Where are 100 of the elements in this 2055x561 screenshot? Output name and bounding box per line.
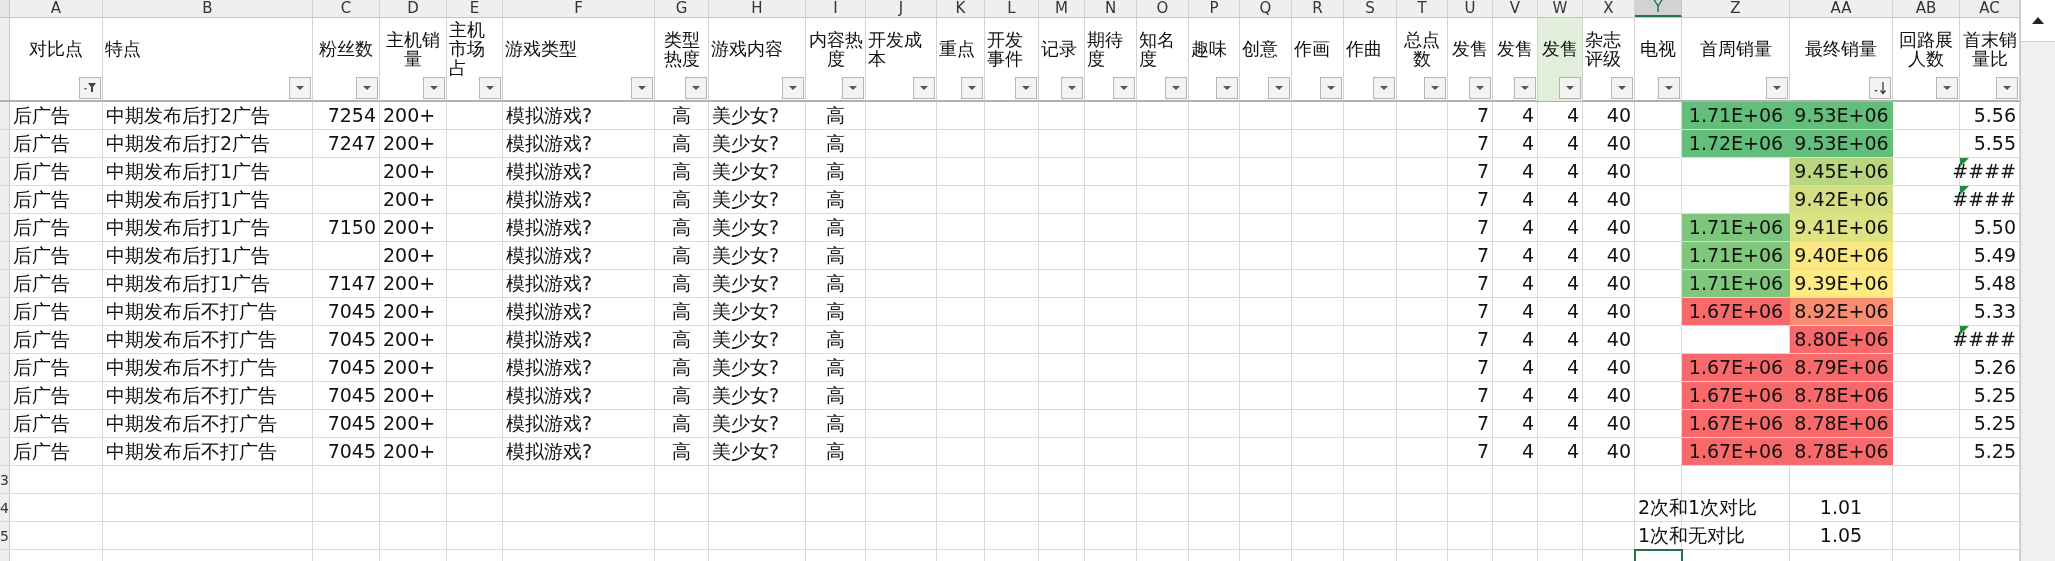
filter-dropdown-button[interactable] [782,77,804,99]
filter-dropdown-button[interactable] [1869,77,1891,99]
column-header[interactable]: U [1448,0,1493,17]
filter-dropdown-button[interactable] [1320,77,1342,99]
column-header[interactable]: Y [1635,0,1682,17]
filter-dropdown-button[interactable] [1996,77,2018,99]
cell-value: 模拟游戏? [506,190,593,209]
column-header[interactable]: W [1538,0,1583,17]
cell-value: 5.50 [1973,218,2016,237]
filter-dropdown-button[interactable] [842,77,864,99]
cell-value: 模拟游戏? [506,358,593,377]
column-header[interactable]: T [1397,0,1448,17]
filter-dropdown-button[interactable] [1469,77,1491,99]
row-number: 4 [0,500,9,515]
cell-value: 7045 [327,330,376,349]
column-header[interactable]: V [1493,0,1538,17]
row-header[interactable]: 3 [0,466,10,493]
filter-dropdown-button[interactable] [356,77,378,99]
cell-value: 高 [826,414,845,433]
filter-dropdown-button[interactable] [1514,77,1536,99]
column-header[interactable]: A [10,0,103,17]
filter-dropdown-button[interactable] [423,77,445,99]
cell-value: 高 [672,246,691,265]
dropdown-arrow-icon [1772,85,1782,91]
column-header[interactable]: Z [1682,0,1790,17]
column-header[interactable]: N [1085,0,1137,17]
cell-value: 5.33 [1973,302,2016,321]
filter-dropdown-button[interactable] [1216,77,1238,99]
filter-dropdown-button[interactable] [913,77,935,99]
column-header[interactable]: AA [1790,0,1893,17]
column-header[interactable]: F [503,0,655,17]
column-header[interactable]: P [1189,0,1240,17]
vertical-scrollbar[interactable] [2020,0,2055,561]
cell-value: 200+ [383,134,436,153]
dropdown-arrow-icon [1067,85,1077,91]
filter-dropdown-button[interactable] [1268,77,1290,99]
cell-value: 9.53E+06 [1794,106,1889,125]
column-header[interactable]: B [103,0,313,17]
filter-dropdown-button[interactable] [961,77,983,99]
cell-value: 200+ [383,106,436,125]
header-label: 期待度 [1087,29,1124,68]
cell-value: 200+ [383,414,436,433]
cell-value: 7045 [327,302,376,321]
column-header[interactable]: E [447,0,503,17]
filter-dropdown-button[interactable] [1559,77,1581,99]
cell-value: 40 [1606,134,1631,153]
column-header[interactable]: J [866,0,937,17]
cell-value: 7045 [327,442,376,461]
cell-value: 高 [672,442,691,461]
filter-dropdown-button[interactable] [479,77,501,99]
cell-value: 高 [826,442,845,461]
cell-value: 4 [1566,414,1579,433]
cell-value: 7 [1476,218,1489,237]
filter-dropdown-button[interactable] [631,77,653,99]
filter-dropdown-button[interactable] [1658,77,1680,99]
column-header[interactable]: I [806,0,866,17]
cell-value: 1.67E+06 [1688,442,1784,461]
header-label: 对比点 [29,39,83,58]
column-header[interactable]: M [1039,0,1085,17]
cell-value: 200+ [383,442,436,461]
column-header[interactable]: G [655,0,709,17]
cell-value: 高 [672,134,691,153]
filter-dropdown-button[interactable] [1165,77,1187,99]
column-header[interactable]: Q [1240,0,1292,17]
filter-dropdown-button[interactable] [1936,77,1958,99]
filter-dropdown-button[interactable] [79,77,101,99]
column-header[interactable]: O [1137,0,1189,17]
column-header[interactable]: S [1344,0,1397,17]
filter-dropdown-button[interactable] [1015,77,1037,99]
filter-dropdown-button[interactable] [1373,77,1395,99]
column-header[interactable]: D [380,0,447,17]
dropdown-arrow-icon [1274,85,1284,91]
filter-dropdown-button[interactable] [289,77,311,99]
cell-value: 高 [826,162,845,181]
column-header[interactable]: R [1292,0,1344,17]
cell-value: 中期发布后打1广告 [106,162,271,181]
cell-value: 4 [1566,218,1579,237]
column-header[interactable]: K [937,0,985,17]
column-header[interactable]: C [313,0,380,17]
filter-dropdown-button[interactable] [1061,77,1083,99]
dropdown-arrow-icon [788,85,798,91]
filter-dropdown-button[interactable] [1766,77,1788,99]
filter-dropdown-button[interactable] [1113,77,1135,99]
column-header[interactable]: H [709,0,806,17]
cell-value: 7 [1476,106,1489,125]
column-header[interactable]: AB [1893,0,1960,17]
cell-value: 5.48 [1973,274,2016,293]
row-header[interactable]: 5 [0,522,10,549]
cell-value: 1.71E+06 [1688,106,1784,125]
row-header[interactable]: 4 [0,494,10,521]
cell-value: 4 [1521,358,1534,377]
cell-value: 高 [672,274,691,293]
filter-dropdown-button[interactable] [1424,77,1446,99]
filter-dropdown-button[interactable] [685,77,707,99]
cell-value: 高 [826,358,845,377]
filter-dropdown-button[interactable] [1611,77,1633,99]
cell-value: 200+ [383,162,436,181]
scroll-up-arrow-icon[interactable] [2031,16,2045,25]
cell-value: 7 [1476,330,1489,349]
column-header[interactable]: L [985,0,1039,17]
